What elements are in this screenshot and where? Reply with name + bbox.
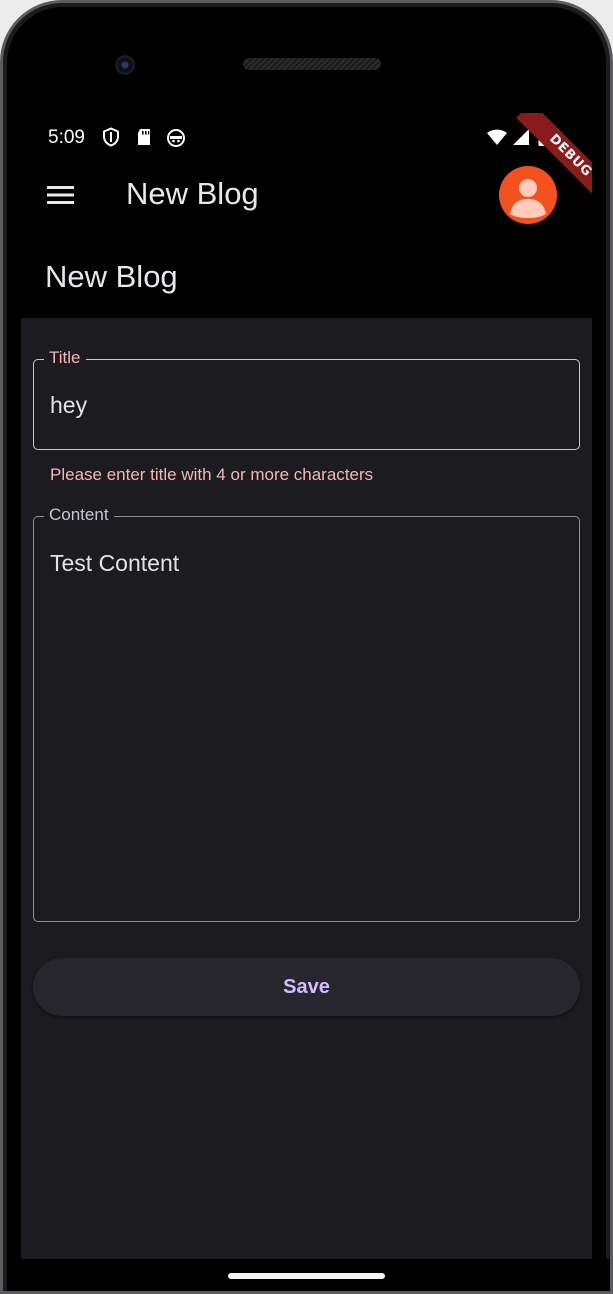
title-error-message: Please enter title with 4 or more charac… bbox=[50, 465, 374, 484]
home-indicator[interactable] bbox=[228, 1273, 385, 1279]
account-avatar-button[interactable] bbox=[499, 166, 557, 224]
content-field-label: Content bbox=[44, 505, 114, 525]
app-bar-title: New Blog bbox=[126, 176, 259, 211]
title-field-value[interactable]: hey bbox=[50, 392, 87, 419]
battery-icon bbox=[538, 127, 550, 146]
content-field[interactable]: Content Test Content bbox=[33, 505, 580, 922]
navigation-bar bbox=[7, 1259, 610, 1291]
wifi-icon bbox=[487, 129, 507, 145]
page-title: New Blog bbox=[45, 259, 178, 294]
page-header: New Blog bbox=[21, 229, 592, 318]
phone-device-frame: 5:09 New Blog DEBUG New Blog Title hey P… bbox=[0, 0, 613, 1294]
app-screen: 5:09 New Blog DEBUG New Blog Title hey P… bbox=[21, 113, 592, 1259]
content-field-value[interactable]: Test Content bbox=[50, 550, 179, 577]
save-button-label: Save bbox=[283, 975, 330, 998]
shield-icon bbox=[103, 127, 119, 147]
cellular-signal-icon bbox=[513, 129, 529, 145]
save-button[interactable]: Save bbox=[33, 958, 580, 1016]
status-time: 5:09 bbox=[48, 127, 85, 148]
title-field-label: Title bbox=[44, 348, 86, 368]
earpiece-speaker bbox=[243, 58, 381, 70]
menu-button[interactable] bbox=[43, 177, 79, 213]
hamburger-menu-icon bbox=[47, 186, 74, 204]
sd-card-icon bbox=[138, 129, 150, 145]
app-bar: New Blog bbox=[21, 161, 592, 229]
android-robot-icon bbox=[167, 129, 185, 147]
title-field[interactable]: Title hey bbox=[33, 348, 580, 450]
status-bar: 5:09 bbox=[21, 113, 592, 161]
front-camera bbox=[115, 55, 135, 75]
account-avatar-icon bbox=[510, 179, 546, 218]
